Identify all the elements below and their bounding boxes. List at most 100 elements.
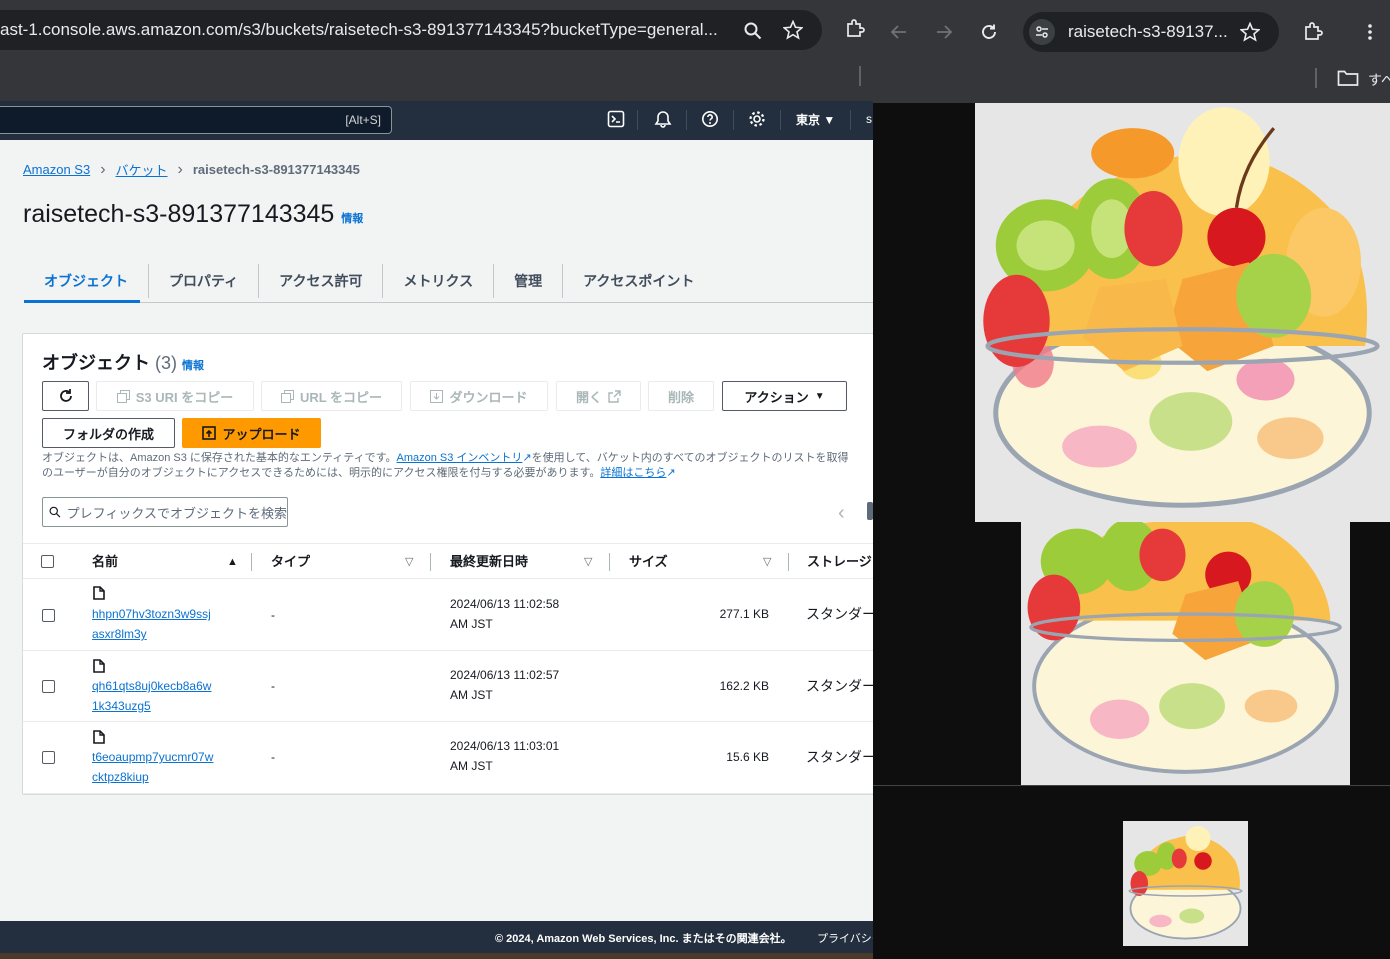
- objects-description: オブジェクトは、Amazon S3 に保存された基本的なエンティティです。Ama…: [42, 451, 873, 481]
- back-icon[interactable]: [887, 20, 911, 44]
- object-last-modified: 2024/06/13 11:02:57 AM JST: [450, 665, 559, 705]
- window-divider: [873, 785, 1390, 786]
- info-link[interactable]: 情報: [182, 360, 204, 372]
- objects-heading: オブジェクト: [42, 353, 150, 373]
- upload-label: アップロード: [222, 426, 301, 442]
- object-storage-class: スタンダード: [806, 678, 873, 694]
- reload-icon[interactable]: [977, 20, 1001, 44]
- objects-count: (3): [155, 353, 178, 373]
- cloudshell-icon[interactable]: [605, 108, 627, 130]
- bookmark-divider: [859, 66, 861, 86]
- tab-objects[interactable]: オブジェクト: [24, 263, 149, 298]
- open-button[interactable]: 開く: [556, 381, 641, 411]
- search-placeholder: プレフィックスでオブジェクトを検索: [66, 505, 287, 521]
- inventory-link[interactable]: Amazon S3 インベントリ: [397, 452, 523, 464]
- object-name[interactable]: t6eoaupmp7yucmr07w cktpz8kiup: [92, 747, 213, 787]
- learn-more-link[interactable]: 詳細はこちら: [600, 467, 666, 479]
- column-divider: [430, 553, 431, 571]
- address-url[interactable]: ast-1.console.aws.amazon.com/s3/buckets/…: [0, 10, 725, 50]
- row-checkbox[interactable]: [42, 680, 55, 693]
- info-link[interactable]: 情報: [341, 213, 363, 225]
- caret-down-icon: ▼: [814, 390, 825, 402]
- object-size: 277.1 KB: [719, 607, 769, 621]
- copy-url-button[interactable]: URL をコピー: [261, 381, 402, 411]
- address-bar[interactable]: ast-1.console.aws.amazon.com/s3/buckets/…: [0, 10, 822, 50]
- create-folder-button[interactable]: フォルダの作成: [42, 418, 175, 448]
- object-link[interactable]: qh61qts8uj0kecb8a6w: [92, 679, 211, 693]
- download-label: ダウンロード: [449, 389, 528, 405]
- description-text: のユーザーが自分のオブジェクトにアクセスできるためには、明示的にアクセス権限を付…: [42, 467, 601, 479]
- extensions-icon[interactable]: [843, 17, 867, 41]
- image-viewer-window: raisetech-s3-89137... すべ: [873, 0, 1390, 959]
- privacy-link[interactable]: プライバシー: [817, 930, 873, 946]
- object-name[interactable]: hhpn07hv3tozn3w9ssj asxr8lm3y: [92, 604, 211, 644]
- account-menu[interactable]: s: [866, 112, 872, 126]
- date-text: AM JST: [450, 688, 493, 702]
- upload-button[interactable]: アップロード: [182, 418, 321, 448]
- menu-icon[interactable]: [1358, 20, 1382, 44]
- open-label: 開く: [575, 389, 602, 405]
- bucket-name: raisetech-s3-891377143345: [23, 200, 335, 228]
- extensions-icon[interactable]: [1301, 20, 1325, 44]
- row-checkbox[interactable]: [42, 751, 55, 764]
- tab-metrics[interactable]: メトリクス: [383, 263, 495, 298]
- object-size: 15.6 KB: [726, 750, 769, 764]
- sort-icon[interactable]: ▽: [584, 544, 592, 580]
- refresh-button[interactable]: [42, 381, 89, 411]
- download-icon: [430, 389, 444, 403]
- active-tab-indicator: [24, 300, 140, 303]
- sort-icon[interactable]: ▽: [405, 544, 413, 580]
- tab-divider: [24, 302, 873, 303]
- tab-management[interactable]: 管理: [494, 263, 564, 298]
- object-link[interactable]: hhpn07hv3tozn3w9ssj: [92, 607, 211, 621]
- actions-dropdown[interactable]: アクション ▼: [722, 381, 847, 411]
- site-settings-icon[interactable]: [1029, 19, 1055, 45]
- object-type: -: [271, 750, 275, 764]
- bell-icon[interactable]: [652, 108, 674, 130]
- column-last-modified[interactable]: 最終更新日時: [450, 544, 528, 580]
- breadcrumb-buckets[interactable]: バケット: [116, 160, 168, 179]
- tab-permissions[interactable]: アクセス許可: [259, 263, 384, 298]
- star-icon[interactable]: [782, 19, 804, 41]
- bookmark-all[interactable]: すべ: [1368, 70, 1390, 90]
- fruit-bowl-image-medium: [1021, 522, 1350, 785]
- object-link[interactable]: 1k343uzg5: [92, 699, 151, 713]
- object-name[interactable]: qh61qts8uj0kecb8a6w 1k343uzg5: [92, 676, 211, 716]
- download-button[interactable]: ダウンロード: [410, 381, 548, 411]
- chevron-right-icon: ›: [177, 160, 183, 178]
- star-icon[interactable]: [1239, 21, 1261, 43]
- row-checkbox[interactable]: [42, 609, 55, 622]
- forward-icon[interactable]: [932, 20, 956, 44]
- actions-label: アクション: [744, 389, 809, 405]
- copy-s3-uri-button[interactable]: S3 URI をコピー: [96, 381, 254, 411]
- region-selector[interactable]: 東京 ▼: [796, 111, 835, 128]
- prev-page-icon[interactable]: ‹: [838, 502, 845, 525]
- object-link[interactable]: cktpz8kiup: [92, 770, 149, 784]
- help-icon[interactable]: [699, 108, 721, 130]
- breadcrumb-amazon-s3[interactable]: Amazon S3: [23, 162, 90, 177]
- folder-icon[interactable]: [1336, 66, 1360, 90]
- object-search-input[interactable]: プレフィックスでオブジェクトを検索: [42, 497, 288, 527]
- column-storage-class[interactable]: ストレージ: [807, 544, 872, 580]
- description-text: オブジェクトは、Amazon S3 に保存された基本的なエンティティです。: [42, 452, 397, 464]
- object-link[interactable]: t6eoaupmp7yucmr07w: [92, 750, 213, 764]
- copy-icon: [280, 389, 294, 403]
- column-size[interactable]: サイズ: [629, 544, 668, 580]
- object-link[interactable]: asxr8lm3y: [92, 627, 147, 641]
- sort-icon[interactable]: ▽: [763, 544, 771, 580]
- delete-button[interactable]: 削除: [648, 381, 714, 411]
- sort-ascending-icon[interactable]: ▲: [227, 544, 238, 580]
- fruit-bowl-thumbnail: [1123, 821, 1248, 946]
- object-type: -: [271, 679, 275, 693]
- tab-access-points[interactable]: アクセスポイント: [563, 264, 714, 298]
- tab-properties[interactable]: プロパティ: [149, 263, 260, 298]
- gear-icon[interactable]: [746, 108, 768, 130]
- right-address-bar[interactable]: raisetech-s3-89137...: [1023, 12, 1279, 52]
- select-all-checkbox[interactable]: [41, 555, 54, 568]
- right-tab-title[interactable]: raisetech-s3-89137...: [1068, 12, 1228, 52]
- column-name[interactable]: 名前: [92, 544, 118, 580]
- date-text: AM JST: [450, 759, 493, 773]
- column-type[interactable]: タイプ: [271, 544, 310, 580]
- aws-search-input[interactable]: [Alt+S]: [0, 106, 392, 134]
- search-icon[interactable]: [742, 20, 764, 42]
